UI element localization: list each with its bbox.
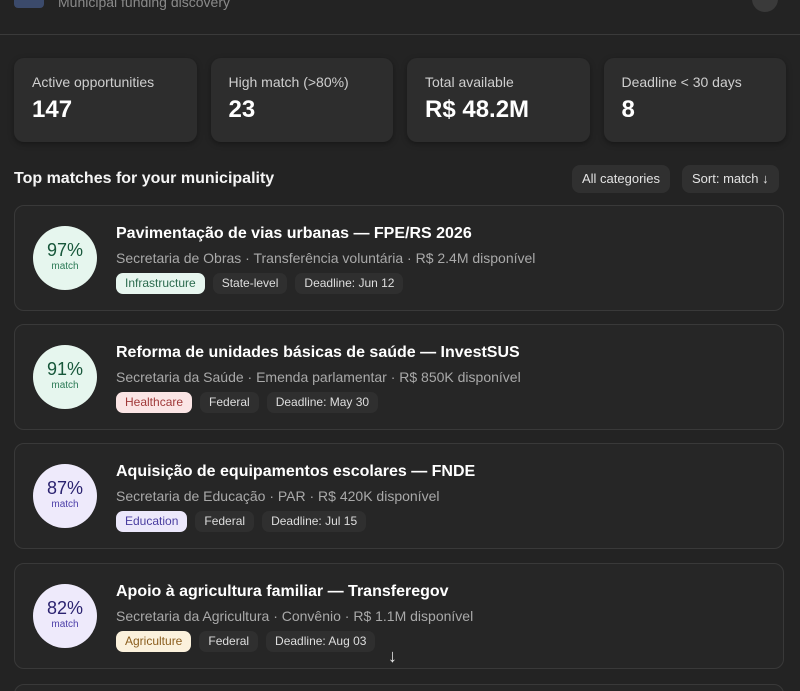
stat-label: Deadline < 30 days [621, 74, 742, 90]
opportunity-title[interactable]: Aquisição de equipamentos escolares — FN… [116, 463, 475, 481]
opportunity-title[interactable]: Reforma de unidades básicas de saúde — I… [116, 344, 520, 362]
opportunity-title[interactable]: Apoio à agricultura familiar — Transfere… [116, 583, 449, 601]
top-bar: Municipal funding discovery [0, 0, 800, 35]
app-subtitle: Municipal funding discovery [58, 0, 230, 10]
opportunity-meta: Secretaria da Saúde · Emenda parlamentar… [116, 369, 521, 385]
match-score-ring: 82% match [33, 584, 97, 648]
match-percent: 97% [46, 240, 84, 260]
category-tag: Education [116, 511, 188, 532]
level-tag: Federal [199, 631, 259, 652]
match-percent: 87% [46, 478, 84, 498]
level-tag: State-level [212, 273, 288, 294]
sort-button[interactable]: Sort: match ↓ [682, 165, 779, 193]
stats-row: Active opportunities 147 High match (>80… [14, 58, 786, 142]
tag-list: Education Federal Deadline: Jul 15 [116, 511, 367, 532]
stat-label: Active opportunities [32, 74, 155, 90]
opportunity-card[interactable]: 91% match Reforma de unidades básicas de… [14, 324, 784, 430]
match-score-ring: 87% match [33, 464, 97, 528]
stat-card-deadline: Deadline < 30 days 8 [603, 58, 786, 142]
level-tag: Federal [195, 511, 255, 532]
stat-value: 23 [228, 96, 256, 123]
stat-value: 147 [32, 96, 73, 123]
match-percent: 91% [46, 359, 84, 379]
match-score-ring: 97% match [33, 226, 97, 290]
deadline-tag: Deadline: Aug 03 [266, 631, 376, 652]
stat-card-active: Active opportunities 147 [14, 58, 197, 142]
stat-value: R$ 48.2M [425, 96, 530, 123]
match-percent: 82% [46, 598, 84, 618]
deadline-tag: Deadline: Jun 12 [295, 273, 404, 294]
app-logo [14, 0, 44, 8]
stat-card-total-available: Total available R$ 48.2M [407, 58, 590, 142]
opportunity-meta: Secretaria de Obras · Transferência volu… [116, 250, 536, 266]
user-menu-button[interactable] [752, 0, 778, 12]
tag-list: Healthcare Federal Deadline: May 30 [116, 392, 379, 413]
stat-label: High match (>80%) [228, 74, 349, 90]
opportunity-card[interactable]: 97% match Pavimentação de vias urbanas —… [14, 205, 784, 311]
opportunity-card[interactable] [14, 684, 784, 691]
category-tag: Infrastructure [116, 273, 205, 294]
stat-card-high-match: High match (>80%) 23 [210, 58, 393, 142]
opportunity-title[interactable]: Pavimentação de vias urbanas — FPE/RS 20… [116, 225, 472, 243]
opportunity-meta: Secretaria da Agricultura · Convênio · R… [116, 608, 474, 624]
section-title: Top matches for your municipality [14, 170, 275, 187]
opportunity-card[interactable]: 82% match Apoio à agricultura familiar —… [14, 563, 784, 669]
match-label: match [51, 499, 79, 510]
match-label: match [51, 619, 79, 630]
scroll-down-icon[interactable]: ↓ [388, 646, 397, 667]
tag-list: Infrastructure State-level Deadline: Jun… [116, 273, 404, 294]
match-label: match [51, 261, 79, 272]
stat-label: Total available [425, 74, 514, 90]
stat-value: 8 [621, 96, 635, 123]
match-score-ring: 91% match [33, 345, 97, 409]
match-label: match [51, 380, 79, 391]
level-tag: Federal [200, 392, 259, 413]
deadline-tag: Deadline: May 30 [266, 392, 379, 413]
category-tag: Agriculture [116, 631, 192, 652]
tag-list: Agriculture Federal Deadline: Aug 03 [116, 631, 376, 652]
opportunity-meta: Secretaria de Educação · PAR · R$ 420K d… [116, 488, 440, 504]
opportunity-card[interactable]: 87% match Aquisição de equipamentos esco… [14, 443, 784, 549]
deadline-tag: Deadline: Jul 15 [262, 511, 367, 532]
category-tag: Healthcare [116, 392, 193, 413]
category-filter-button[interactable]: All categories [572, 165, 671, 193]
